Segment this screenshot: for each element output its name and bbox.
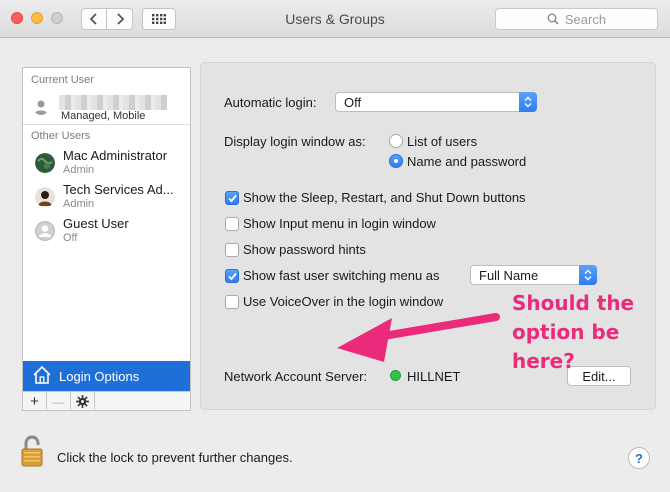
avatar-photo-icon <box>35 187 55 207</box>
popup-arrows-icon <box>519 92 537 112</box>
checkbox-voiceover[interactable] <box>225 295 239 309</box>
redacted-user-name <box>59 95 167 110</box>
checkbox-label: Show fast user switching menu as <box>243 268 440 283</box>
remove-user-button[interactable]: — <box>47 392 71 411</box>
user-name: Mac Administrator <box>63 148 168 163</box>
lock-icon[interactable] <box>20 434 44 468</box>
gear-icon <box>76 395 89 408</box>
radio-name-and-password[interactable] <box>389 154 403 168</box>
checkbox-input-menu[interactable] <box>225 217 239 231</box>
guest-user-icon <box>35 221 55 241</box>
checkbox-label: Use VoiceOver in the login window <box>243 294 444 309</box>
display-login-label: Display login window as: <box>224 134 366 149</box>
automatic-login-popup[interactable]: Off <box>335 92 537 112</box>
user-role: Admin <box>63 164 95 176</box>
radio-name-and-password-label: Name and password <box>407 154 527 169</box>
annotation-line: Should the <box>512 291 635 315</box>
search-field[interactable]: Search <box>495 8 658 30</box>
action-menu-button[interactable] <box>71 392 95 411</box>
annotation-line: option be <box>512 320 620 344</box>
lock-message: Click the lock to prevent further change… <box>57 450 293 465</box>
checkmark-icon <box>228 272 237 281</box>
users-groups-window: Users & Groups Search Current User Manag… <box>0 0 670 492</box>
users-sidebar: Current User Managed, Mobile Other Users… <box>22 67 191 411</box>
checkbox-sleep-restart-shutdown[interactable] <box>225 191 239 205</box>
sidebar-item-tech-services[interactable]: Tech Services Ad... Admin <box>23 182 190 216</box>
checkbox-password-hints[interactable] <box>225 243 239 257</box>
sidebar-toolbar: + — <box>23 391 190 411</box>
sidebar-item-login-options[interactable]: Login Options <box>23 361 190 391</box>
current-user-subtitle: Managed, Mobile <box>61 110 146 122</box>
fast-user-switching-popup[interactable]: Full Name <box>470 265 597 285</box>
sidebar-item-current-user[interactable]: Managed, Mobile <box>23 92 190 126</box>
radio-list-of-users-label: List of users <box>407 134 478 149</box>
user-silhouette-icon <box>34 100 48 115</box>
network-server-name: HILLNET <box>407 369 461 384</box>
checkbox-label: Show password hints <box>243 242 366 257</box>
server-status-indicator <box>390 370 401 381</box>
login-options-label: Login Options <box>59 369 140 384</box>
checkbox-label: Show the Sleep, Restart, and Shut Down b… <box>243 190 526 205</box>
sidebar-item-guest-user[interactable]: Guest User Off <box>23 216 190 250</box>
automatic-login-label: Automatic login: <box>224 95 317 110</box>
annotation-text: Should the option be here? <box>512 289 652 376</box>
help-button[interactable]: ? <box>628 447 650 469</box>
user-name: Tech Services Ad... <box>63 182 174 197</box>
network-account-server-label: Network Account Server: <box>224 369 368 384</box>
other-users-header: Other Users <box>31 130 91 142</box>
user-name: Guest User <box>63 216 129 231</box>
current-user-header: Current User <box>31 74 94 86</box>
search-placeholder: Search <box>564 11 607 27</box>
title-bar: Users & Groups Search <box>0 0 670 38</box>
checkmark-icon <box>228 194 237 203</box>
checkbox-fast-user-switching[interactable] <box>225 269 239 283</box>
avatar-earth-icon <box>35 153 55 173</box>
automatic-login-value: Off <box>344 95 362 110</box>
search-icon <box>547 13 559 25</box>
checkbox-label: Show Input menu in login window <box>243 216 436 231</box>
user-role: Admin <box>63 198 95 210</box>
sidebar-item-mac-administrator[interactable]: Mac Administrator Admin <box>23 148 190 182</box>
user-role: Off <box>63 232 78 244</box>
fast-user-switching-value: Full Name <box>479 268 539 283</box>
annotation-line: here? <box>512 349 575 373</box>
radio-list-of-users[interactable] <box>389 134 403 148</box>
house-icon <box>33 365 51 384</box>
add-user-button[interactable]: + <box>23 392 47 411</box>
divider <box>23 124 190 125</box>
popup-arrows-icon <box>579 265 597 285</box>
